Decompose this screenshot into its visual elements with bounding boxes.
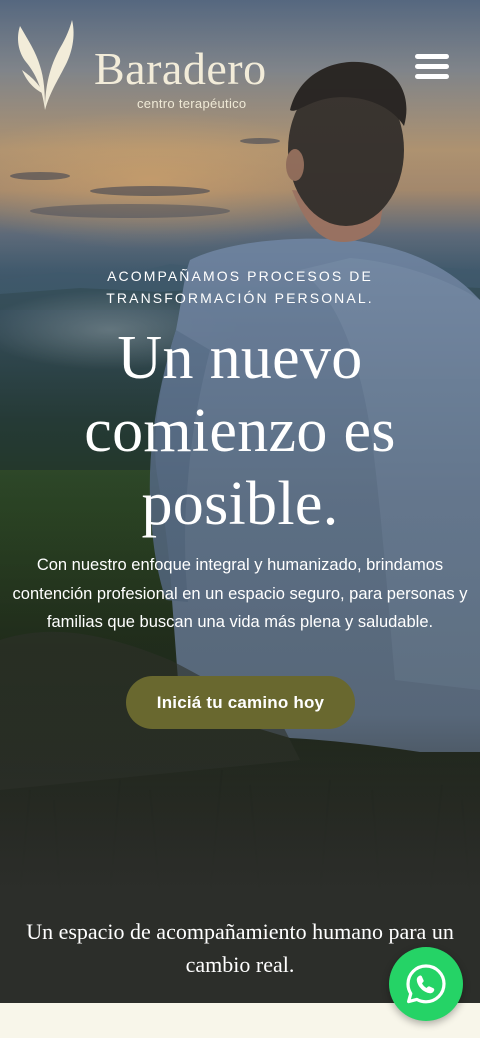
page: Baradero centro terapéutico ACOMPAÑAMOS … xyxy=(0,0,480,1038)
menu-bar xyxy=(415,54,449,59)
hamburger-menu-icon[interactable] xyxy=(412,50,454,84)
hero-description: Con nuestro enfoque integral y humanizad… xyxy=(12,556,468,632)
hero-headline: Un nuevo comienzo es posible. xyxy=(84,324,396,538)
menu-bar xyxy=(415,74,449,79)
site-header: Baradero centro terapéutico xyxy=(0,0,480,120)
hero-eyebrow: ACOMPAÑAMOS PROCESOS DE TRANSFORMACIÓN P… xyxy=(106,268,374,306)
whatsapp-button[interactable] xyxy=(389,947,463,1021)
whatsapp-icon xyxy=(406,964,446,1004)
brand-name: Baradero xyxy=(94,43,267,94)
leaf-icon xyxy=(18,20,74,110)
menu-bar xyxy=(415,64,449,69)
brand-tagline: centro terapéutico xyxy=(137,96,247,111)
start-journey-button[interactable]: Iniciá tu camino hoy xyxy=(126,676,355,729)
